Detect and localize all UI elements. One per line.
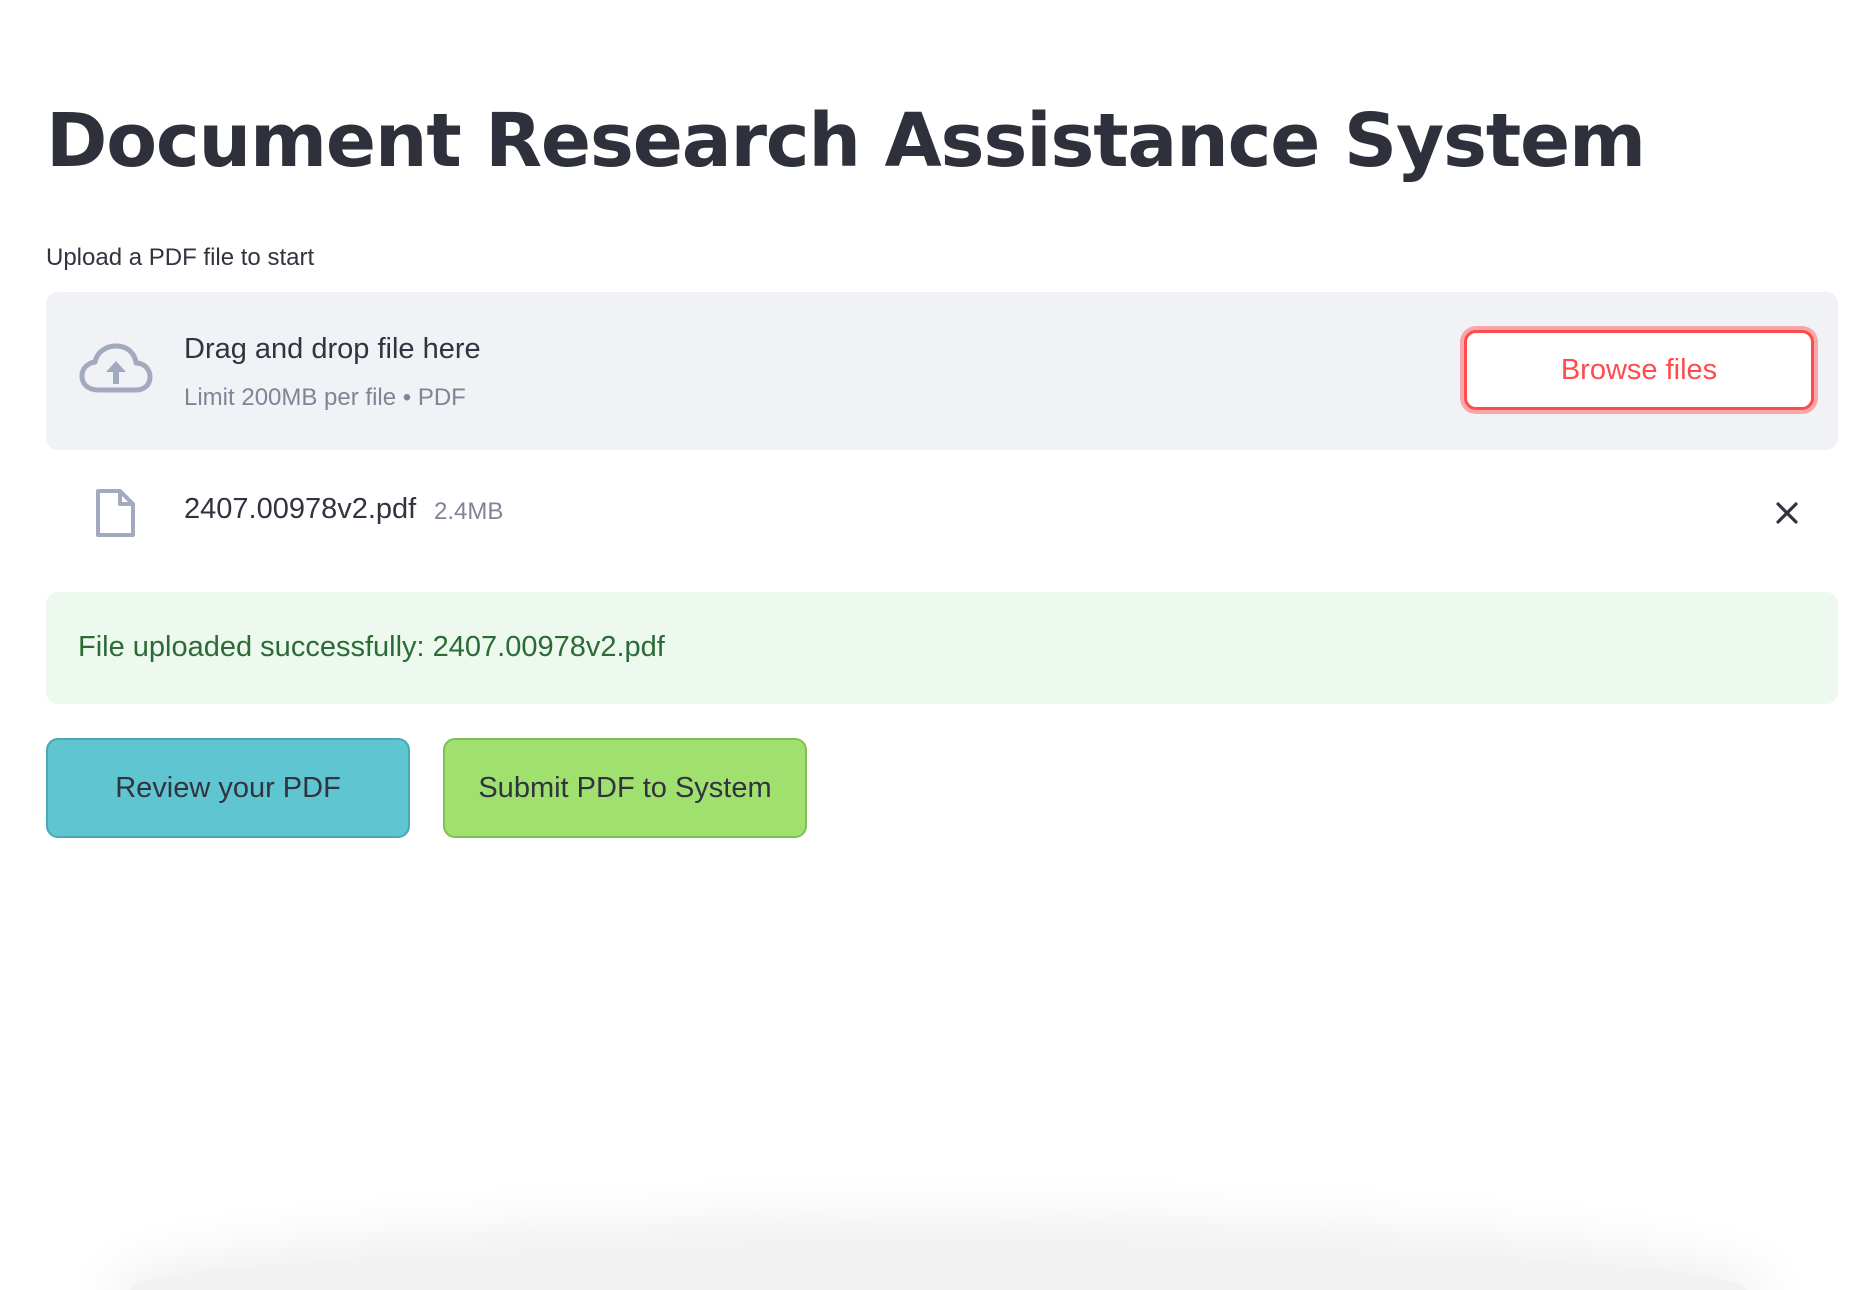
uploaded-file-row: 2407.00978v2.pdf 2.4MB [46, 470, 1838, 550]
bottom-shadow [130, 1245, 1746, 1290]
review-pdf-button[interactable]: Review your PDF [46, 738, 410, 838]
file-dropzone[interactable]: Drag and drop file here Limit 200MB per … [46, 292, 1838, 450]
cloud-upload-icon [78, 342, 154, 396]
upload-label: Upload a PDF file to start [46, 244, 315, 271]
uploaded-file-size: 2.4MB [434, 498, 504, 525]
file-icon [94, 488, 136, 538]
page-title: Document Research Assistance System [46, 98, 1646, 184]
dropzone-title: Drag and drop file here [184, 333, 481, 365]
dropzone-limit-text: Limit 200MB per file • PDF [184, 384, 466, 411]
submit-pdf-button[interactable]: Submit PDF to System [443, 738, 807, 838]
browse-files-button[interactable]: Browse files [1464, 330, 1814, 410]
uploaded-file-name: 2407.00978v2.pdf [184, 493, 417, 525]
success-alert: File uploaded successfully: 2407.00978v2… [46, 592, 1838, 704]
close-icon[interactable] [1770, 496, 1804, 530]
success-message: File uploaded successfully: 2407.00978v2… [78, 631, 665, 663]
